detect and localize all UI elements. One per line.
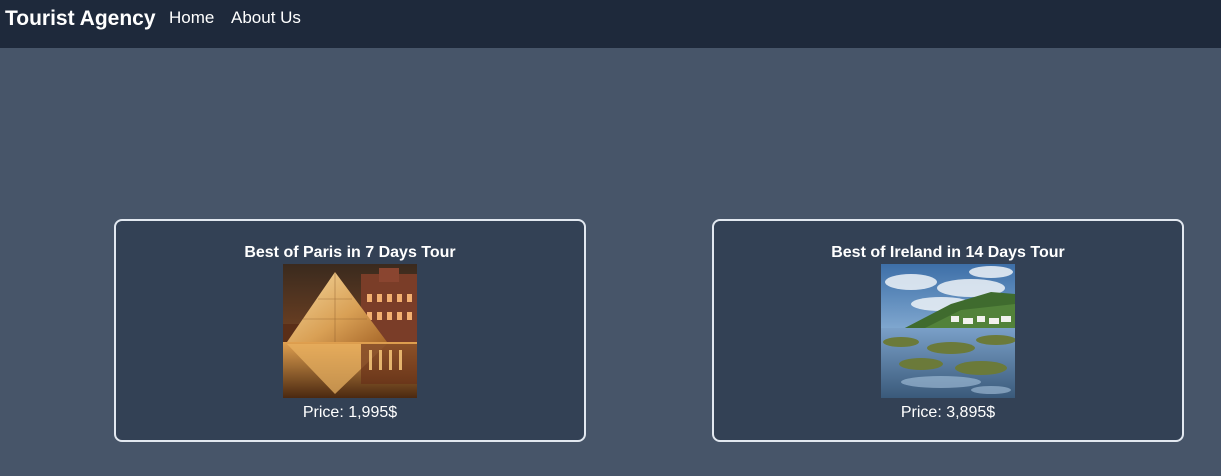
tour-card-paris[interactable]: Best of Paris in 7 Days Tour Price: 1,99… <box>114 219 586 442</box>
brand-link[interactable]: Tourist Agency <box>5 6 156 32</box>
tour-card-ireland[interactable]: Best of Ireland in 14 Days Tour Price: 3… <box>712 219 1184 442</box>
louvre-pyramid-image <box>283 264 417 398</box>
top-navbar: Tourist Agency Home About Us <box>0 0 1221 48</box>
tour-title: Best of Ireland in 14 Days Tour <box>831 244 1065 261</box>
ireland-coast-image <box>881 264 1015 398</box>
nav-link-home[interactable]: Home <box>169 8 214 28</box>
tour-price: Price: 3,895$ <box>900 404 996 421</box>
nav-link-about-us[interactable]: About Us <box>231 8 301 28</box>
tour-title: Best of Paris in 7 Days Tour <box>244 244 456 261</box>
tour-price: Price: 1,995$ <box>302 404 398 421</box>
